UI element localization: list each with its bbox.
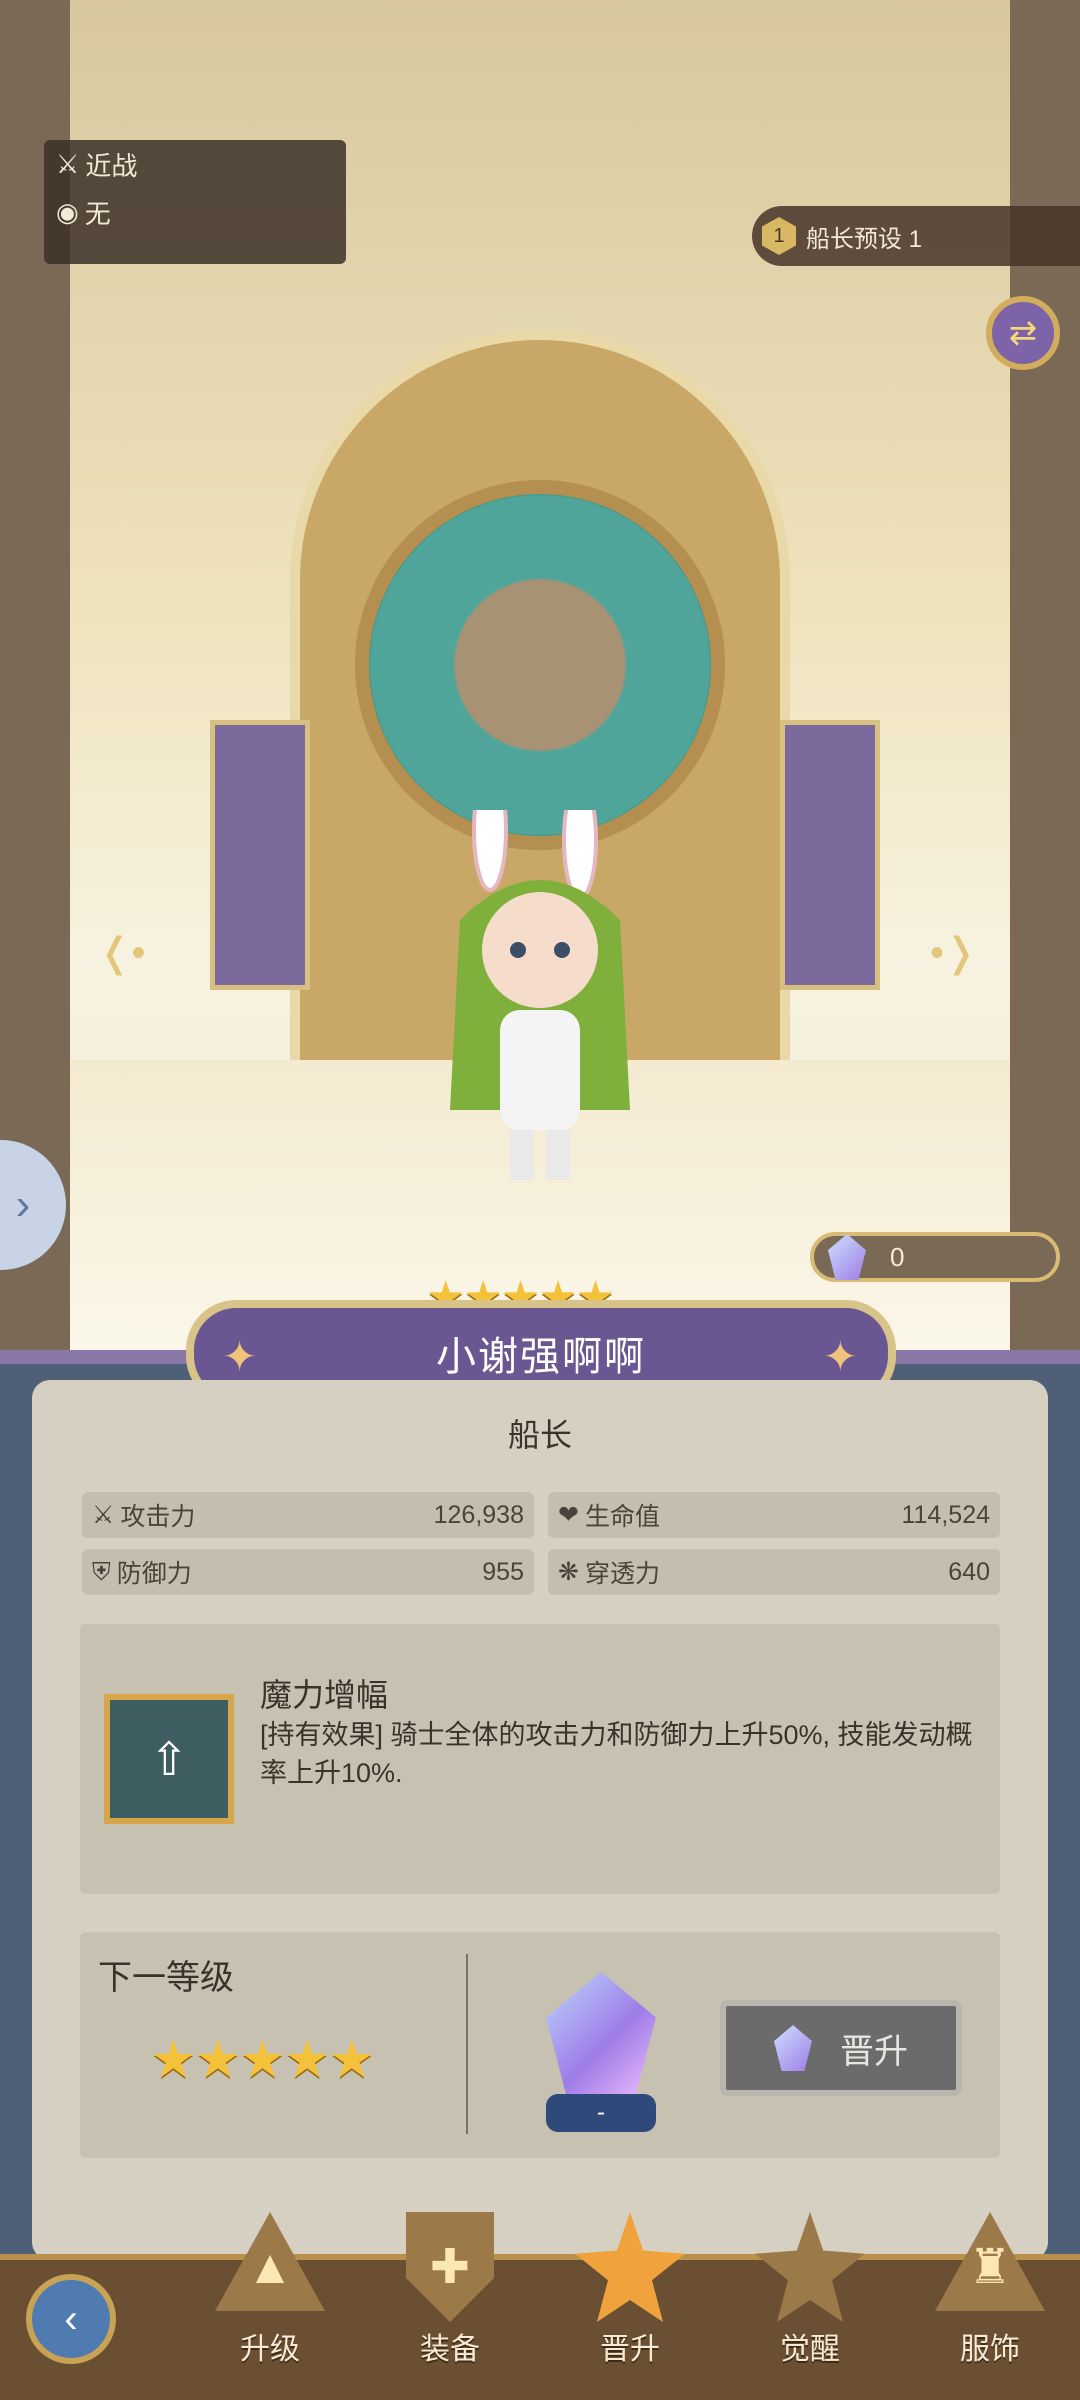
- equipment-icon: ✚: [406, 2212, 494, 2322]
- previous-hero-arrow-icon[interactable]: ❬•: [98, 930, 146, 976]
- hero-role: 船长: [507, 1417, 572, 1453]
- stat-label: 攻击力: [120, 1503, 196, 1531]
- tab-costume[interactable]: ♜ 服饰: [920, 2212, 1060, 2382]
- preset-selector[interactable]: 1 船长预设 1: [752, 206, 1080, 266]
- compass-left-icon: ✦: [222, 1333, 260, 1380]
- left-banner: [210, 720, 310, 990]
- promotion-cost-value: -: [546, 2094, 656, 2132]
- upgrade-icon: ▲: [215, 2212, 325, 2311]
- shield-icon: ⛨: [92, 1557, 111, 1586]
- hero-character-sprite: [450, 810, 630, 1180]
- sword-icon: ⚔: [92, 1501, 115, 1529]
- promote-button[interactable]: 晋升: [720, 2000, 962, 2096]
- attack-type-row: ⚔ 近战: [44, 140, 346, 188]
- stat-defense: ⛨ 防御力 955: [82, 1549, 534, 1595]
- costume-icon: ♜: [935, 2212, 1045, 2311]
- element-label: 无: [84, 198, 111, 229]
- right-banner: [780, 720, 880, 990]
- pierce-icon: ❋: [558, 1558, 579, 1586]
- tab-label: 觉醒: [780, 2333, 840, 2366]
- crystal-icon: [828, 1234, 866, 1280]
- compass-right-icon: ✦: [822, 1333, 860, 1380]
- tab-label: 服饰: [960, 2333, 1020, 2366]
- back-button[interactable]: ‹: [26, 2274, 116, 2364]
- stat-attack: ⚔ 攻击力 126,938: [82, 1492, 534, 1538]
- skill-description: [持有效果] 骑士全体的攻击力和防御力上升50%, 技能发动概率上升10%.: [260, 1720, 973, 1788]
- skill-title: 魔力增幅: [260, 1677, 389, 1713]
- next-hero-arrow-icon[interactable]: •❭: [930, 930, 978, 976]
- hero-name: 小谢强啊啊: [436, 1335, 646, 1379]
- preset-number-badge: 1: [762, 217, 796, 255]
- tab-promote[interactable]: 晋升: [560, 2212, 700, 2382]
- chevron-right-icon: ›: [15, 1180, 31, 1229]
- promote-star-icon: [575, 2212, 685, 2322]
- tab-upgrade[interactable]: ▲ 升级: [200, 2212, 340, 2382]
- stat-value: 114,524: [901, 1500, 990, 1529]
- next-level-separator: [466, 1954, 468, 2134]
- element-row: ◉ 无: [44, 188, 346, 236]
- tab-awaken[interactable]: 觉醒: [740, 2212, 880, 2382]
- swap-icon[interactable]: ⇄: [986, 296, 1060, 370]
- crystal-icon: [774, 2025, 812, 2071]
- awaken-icon: [755, 2212, 865, 2322]
- bottom-navigation-bar: [0, 2254, 1080, 2400]
- stat-label: 防御力: [116, 1560, 192, 1588]
- crystal-counter: 0: [810, 1232, 1060, 1282]
- magic-amplify-skill-icon[interactable]: ⇧: [104, 1694, 234, 1824]
- stat-hp: ❤ 生命值 114,524: [548, 1492, 1000, 1538]
- stat-label: 穿透力: [584, 1560, 660, 1588]
- attack-type-label: 近战: [85, 150, 138, 181]
- melee-icon: ⚔: [56, 148, 80, 179]
- next-level-title: 下一等级: [98, 1959, 234, 1997]
- stat-value: 640: [948, 1557, 990, 1586]
- stat-label: 生命值: [584, 1503, 660, 1531]
- promote-button-label: 晋升: [840, 2032, 908, 2071]
- tab-label: 晋升: [600, 2333, 660, 2366]
- chevron-left-icon: ‹: [64, 2296, 78, 2341]
- preset-label: 船长预设 1: [806, 225, 923, 253]
- hero-info-panel: ⚔ 近战 ◉ 无: [44, 140, 346, 264]
- next-level-star-rating: ★★★★★: [150, 2031, 375, 2089]
- heart-icon: ❤: [558, 1501, 579, 1529]
- stat-value: 126,938: [433, 1500, 524, 1529]
- stat-value: 955: [482, 1557, 524, 1586]
- right-pillar: [1010, 0, 1080, 1360]
- compass-rose-window: [355, 480, 725, 850]
- tab-equipment[interactable]: ✚ 装备: [380, 2212, 520, 2382]
- tab-label: 装备: [420, 2333, 480, 2366]
- tab-label: 升级: [240, 2333, 300, 2366]
- crystal-count-value: 0: [890, 1241, 905, 1272]
- element-icon: ◉: [56, 196, 79, 227]
- stat-penetration: ❋ 穿透力 640: [548, 1549, 1000, 1595]
